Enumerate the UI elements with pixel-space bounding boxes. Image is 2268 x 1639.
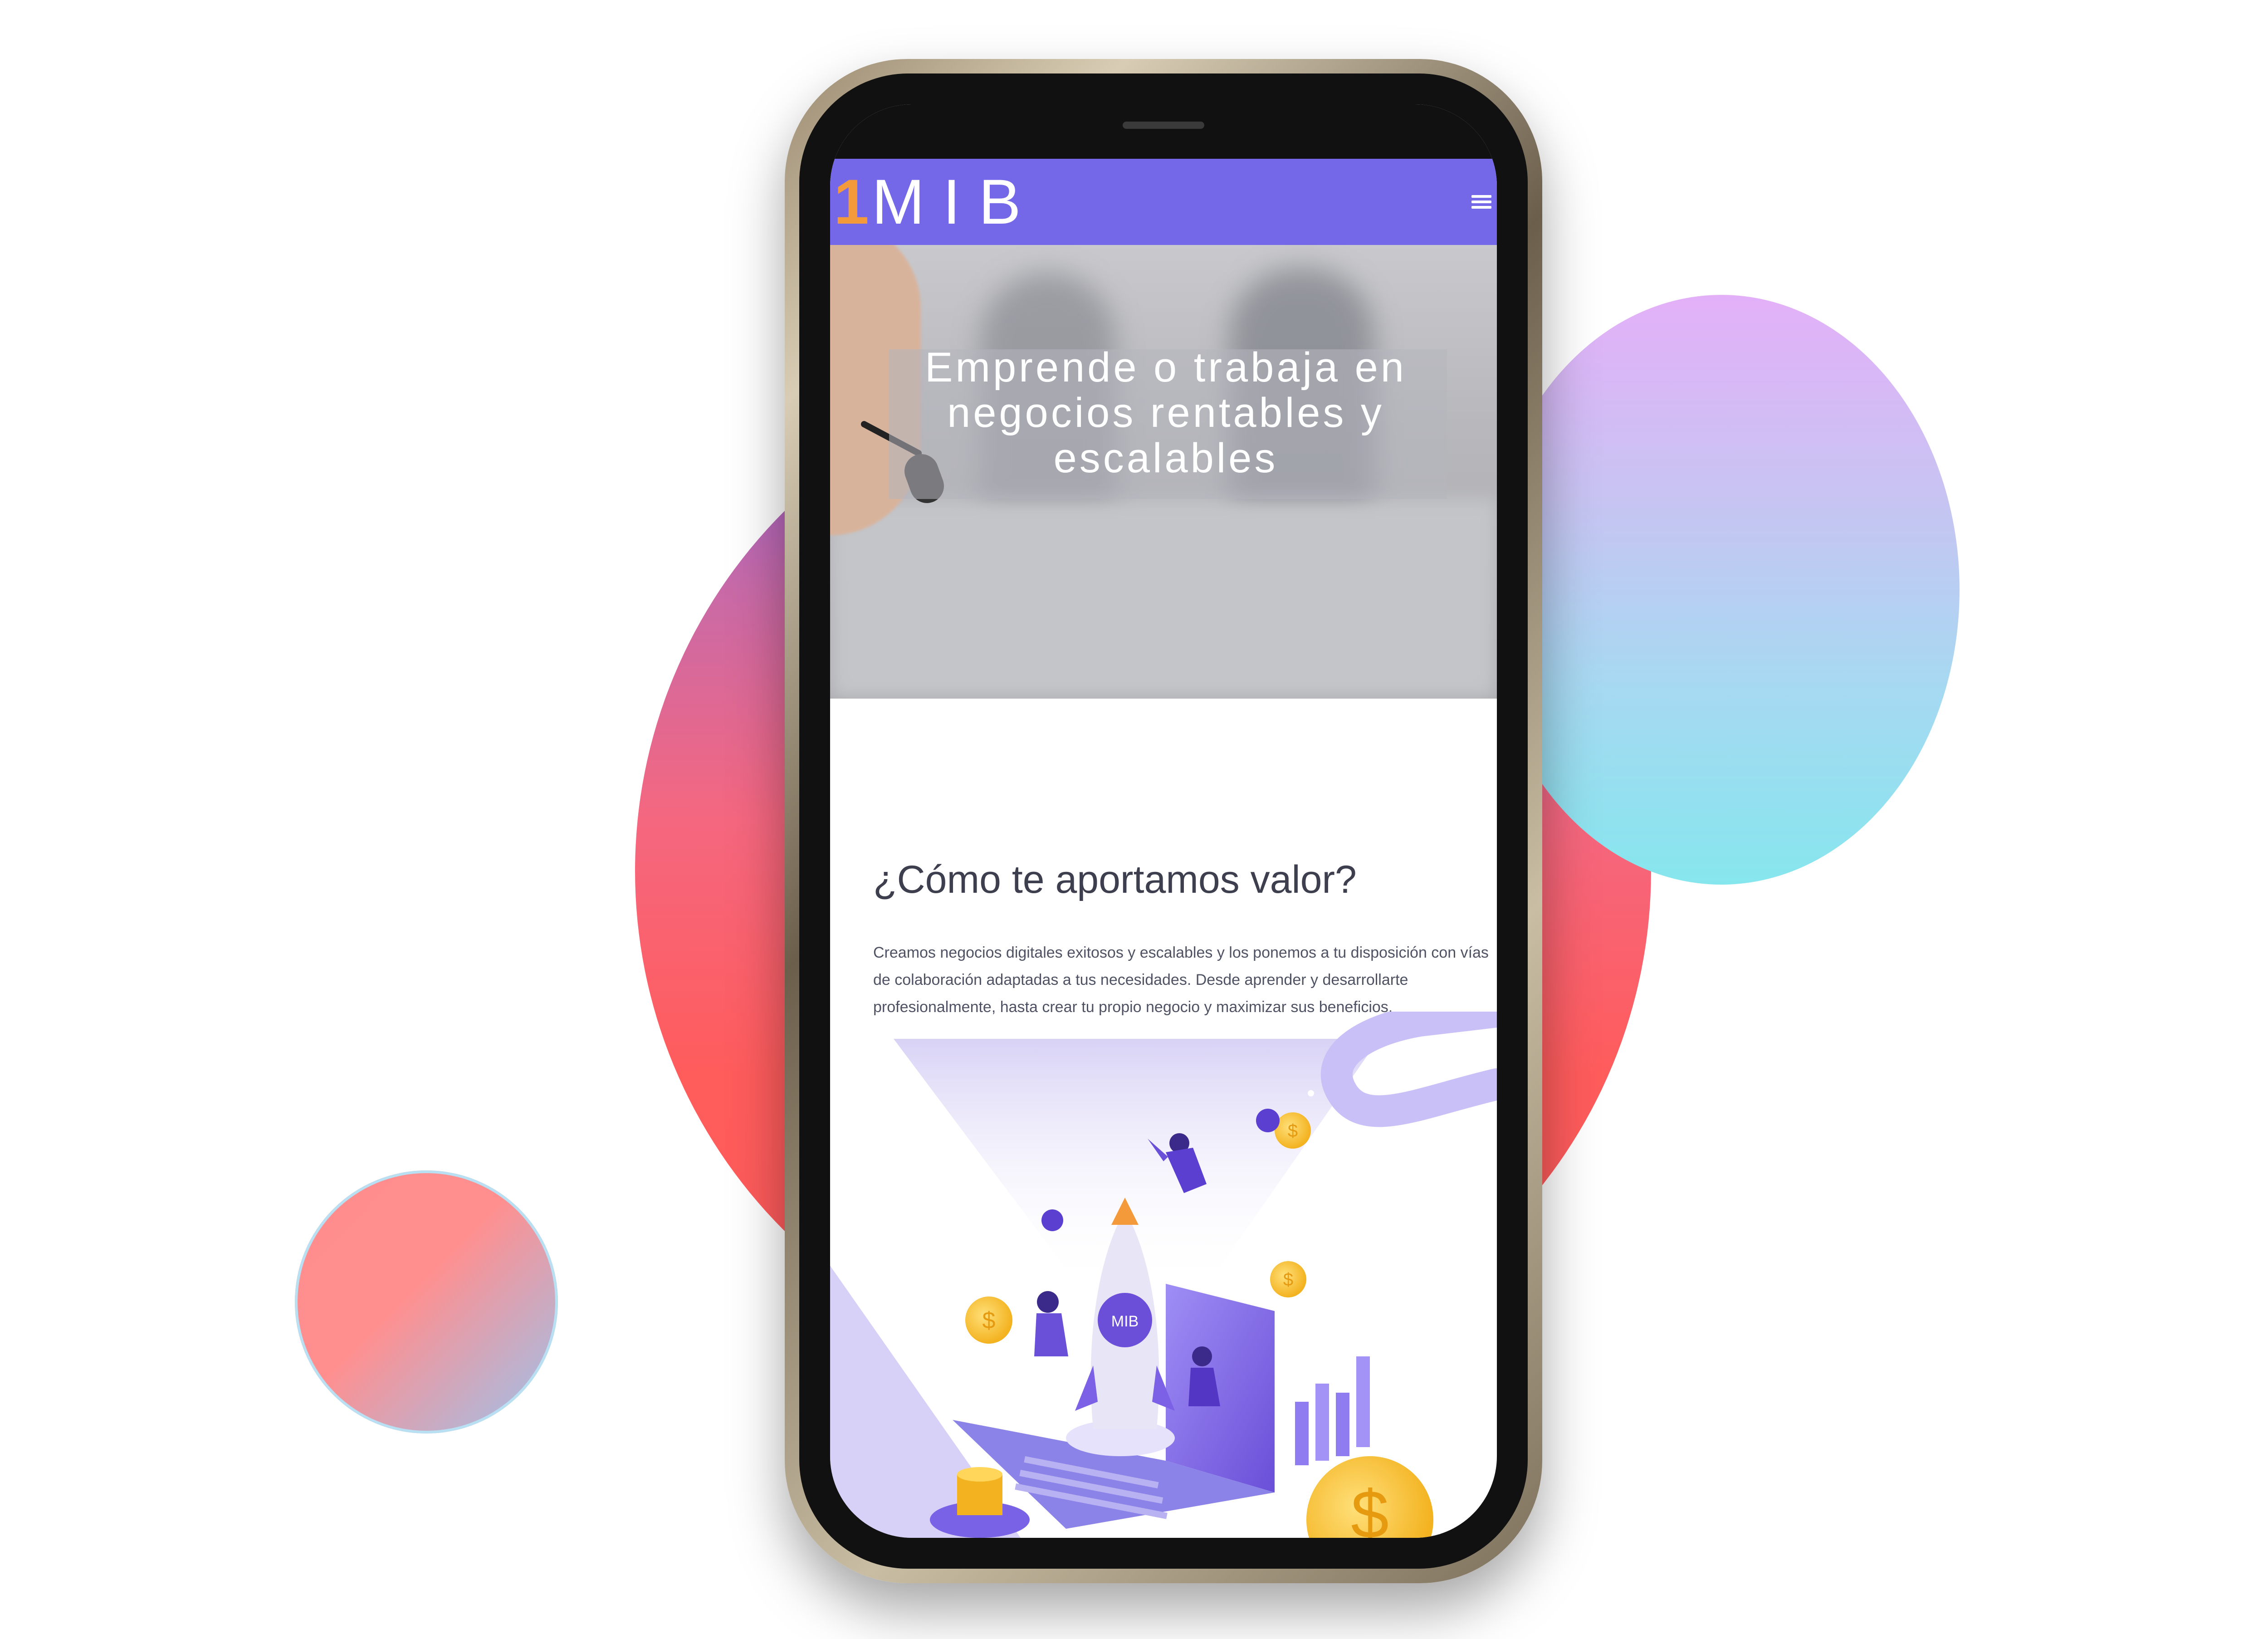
site-logo[interactable]: 1 MIB bbox=[834, 165, 1039, 239]
hero-photo-desk bbox=[830, 499, 1497, 699]
hamburger-menu-icon[interactable] bbox=[1471, 195, 1491, 209]
floating-dot bbox=[1041, 1209, 1063, 1231]
logo-text: MIB bbox=[871, 166, 1039, 237]
decorative-circle-small bbox=[295, 1170, 558, 1434]
phone-frame: 1 MIB Emprende o trabaja en negocios ren… bbox=[785, 59, 1542, 1583]
section-title: ¿Cómo te aportamos valor? bbox=[873, 858, 1357, 901]
person-sitting-left bbox=[1034, 1291, 1068, 1356]
floating-dot bbox=[1256, 1109, 1280, 1132]
startup-rocket-illustration: MIB $ $ $ $ bbox=[830, 1012, 1497, 1538]
svg-text:$: $ bbox=[982, 1307, 996, 1334]
svg-text:$: $ bbox=[1283, 1270, 1293, 1290]
phone-screen[interactable]: 1 MIB Emprende o trabaja en negocios ren… bbox=[830, 104, 1497, 1538]
laptop-screen bbox=[1166, 1284, 1275, 1492]
speaker-grille bbox=[1123, 122, 1204, 129]
phone-notch bbox=[1034, 104, 1293, 159]
decorative-circle-right bbox=[1483, 295, 1960, 885]
site-header: 1 MIB bbox=[830, 159, 1497, 245]
rocket-label: MIB bbox=[1111, 1313, 1139, 1330]
floating-dot bbox=[1308, 1090, 1314, 1096]
svg-text:$: $ bbox=[1288, 1121, 1298, 1141]
phone-bezel: 1 MIB Emprende o trabaja en negocios ren… bbox=[799, 73, 1528, 1569]
section-description: Creamos negocios digitales exitosos y es… bbox=[873, 944, 1489, 1016]
svg-text:$: $ bbox=[1351, 1476, 1388, 1538]
hero-banner: Emprende o trabaja en negocios rentables… bbox=[830, 245, 1497, 699]
bar-chart-icon bbox=[1295, 1356, 1370, 1465]
logo-prefix: 1 bbox=[834, 166, 869, 237]
hero-title: Emprende o trabaja en negocios rentables… bbox=[925, 344, 1407, 481]
